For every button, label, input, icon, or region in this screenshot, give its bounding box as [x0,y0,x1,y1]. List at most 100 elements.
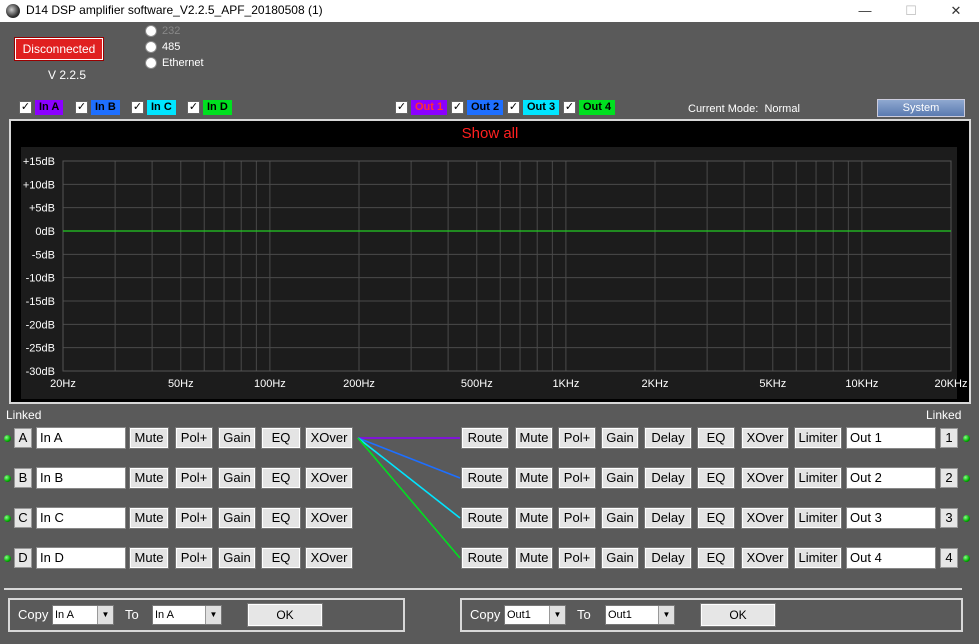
input-mute-button[interactable]: Mute [129,507,169,529]
graph-title[interactable]: Show all [11,125,969,142]
output-xover-button[interactable]: XOver [741,427,789,449]
output-mute-button[interactable]: Mute [515,547,553,569]
output-route-button[interactable]: Route [461,467,509,489]
copy-inputs-to-select[interactable]: In A ▼ [152,605,222,625]
input-toggle-3[interactable]: ✓ In C [131,99,176,115]
output-mute-button[interactable]: Mute [515,427,553,449]
input-pol-plus-button[interactable]: Pol+ [175,507,213,529]
output-eq-button[interactable]: EQ [697,547,735,569]
output-toggle-label: Out 4 [579,99,616,115]
input-pol-plus-button[interactable]: Pol+ [175,467,213,489]
y-tick-label: +15dB [23,156,55,168]
output-mute-button[interactable]: Mute [515,507,553,529]
copy-inputs-from-select[interactable]: In A ▼ [52,605,114,625]
minimize-button[interactable]: — [842,0,888,22]
input-xover-button[interactable]: XOver [305,547,353,569]
output-pol-plus-button[interactable]: Pol+ [558,507,596,529]
output-xover-button[interactable]: XOver [741,547,789,569]
maximize-button[interactable]: ☐ [888,0,934,22]
input-mute-button[interactable]: Mute [129,467,169,489]
input-eq-button[interactable]: EQ [261,427,301,449]
output-toggle-2[interactable]: ✓ Out 2 [451,99,504,115]
output-limiter-button[interactable]: Limiter [794,467,842,489]
input-name-field[interactable]: In A [36,427,126,449]
input-name-field[interactable]: In D [36,547,126,569]
output-gain-button[interactable]: Gain [601,467,639,489]
output-name-field[interactable]: Out 3 [846,507,936,529]
title-bar: D14 DSP amplifier software_V2.2.5_APF_20… [0,0,979,22]
input-gain-button[interactable]: Gain [218,467,256,489]
input-name-field[interactable]: In B [36,467,126,489]
output-xover-button[interactable]: XOver [741,507,789,529]
input-gain-button[interactable]: Gain [218,547,256,569]
output-eq-button[interactable]: EQ [697,507,735,529]
output-toggle-1[interactable]: ✓ Out 1 [395,99,448,115]
input-xover-button[interactable]: XOver [305,427,353,449]
output-eq-button[interactable]: EQ [697,427,735,449]
input-eq-button[interactable]: EQ [261,547,301,569]
copy-inputs-ok-button[interactable]: OK [247,603,323,627]
output-toggle-label: Out 2 [467,99,504,115]
output-toggle-3[interactable]: ✓ Out 3 [507,99,560,115]
output-name-field[interactable]: Out 2 [846,467,936,489]
input-toggle-1[interactable]: ✓ In A [19,99,64,115]
output-xover-button[interactable]: XOver [741,467,789,489]
output-route-button[interactable]: Route [461,547,509,569]
output-mute-button[interactable]: Mute [515,467,553,489]
input-toggle-2[interactable]: ✓ In B [75,99,120,115]
output-delay-button[interactable]: Delay [644,427,692,449]
input-eq-button[interactable]: EQ [261,467,301,489]
input-channel-button[interactable]: A [14,428,32,448]
input-channel-button[interactable]: D [14,548,32,568]
output-name-field[interactable]: Out 4 [846,547,936,569]
input-gain-button[interactable]: Gain [218,427,256,449]
output-route-button[interactable]: Route [461,507,509,529]
output-gain-button[interactable]: Gain [601,547,639,569]
output-pol-plus-button[interactable]: Pol+ [558,467,596,489]
output-delay-button[interactable]: Delay [644,467,692,489]
radio-dot-icon [145,57,157,69]
output-delay-button[interactable]: Delay [644,507,692,529]
output-channel-button[interactable]: 1 [940,428,958,448]
copy-outputs-to-select[interactable]: Out1 ▼ [605,605,675,625]
checkbox-check-icon: ✓ [507,100,520,114]
output-pol-plus-button[interactable]: Pol+ [558,547,596,569]
close-button[interactable]: ✕ [933,0,979,22]
radio-ethernet[interactable]: Ethernet [145,57,204,69]
output-eq-button[interactable]: EQ [697,467,735,489]
input-name-field[interactable]: In C [36,507,126,529]
input-xover-button[interactable]: XOver [305,507,353,529]
input-status-led-icon [4,435,11,442]
input-xover-button[interactable]: XOver [305,467,353,489]
input-gain-button[interactable]: Gain [218,507,256,529]
output-limiter-button[interactable]: Limiter [794,547,842,569]
output-name-field[interactable]: Out 1 [846,427,936,449]
output-limiter-button[interactable]: Limiter [794,507,842,529]
input-pol-plus-button[interactable]: Pol+ [175,547,213,569]
copy-outputs-ok-button[interactable]: OK [700,603,776,627]
radio-485[interactable]: 485 [145,41,180,53]
output-route-button[interactable]: Route [461,427,509,449]
input-toggle-4[interactable]: ✓ In D [187,99,232,115]
output-channel-button[interactable]: 4 [940,548,958,568]
linked-label-inputs: Linked [6,408,42,422]
radio-232[interactable]: 232 [145,25,180,37]
output-channel-button[interactable]: 2 [940,468,958,488]
output-gain-button[interactable]: Gain [601,427,639,449]
system-button[interactable]: System [877,99,965,117]
output-pol-plus-button[interactable]: Pol+ [558,427,596,449]
output-limiter-button[interactable]: Limiter [794,427,842,449]
input-channel-button[interactable]: B [14,468,32,488]
input-channel-button[interactable]: C [14,508,32,528]
output-delay-button[interactable]: Delay [644,547,692,569]
connection-status-button[interactable]: Disconnected [14,37,104,61]
copy-outputs-from-select[interactable]: Out1 ▼ [504,605,566,625]
route-line-3 [357,437,461,519]
input-eq-button[interactable]: EQ [261,507,301,529]
input-mute-button[interactable]: Mute [129,427,169,449]
output-channel-button[interactable]: 3 [940,508,958,528]
input-mute-button[interactable]: Mute [129,547,169,569]
input-pol-plus-button[interactable]: Pol+ [175,427,213,449]
output-gain-button[interactable]: Gain [601,507,639,529]
output-toggle-4[interactable]: ✓ Out 4 [563,99,616,115]
